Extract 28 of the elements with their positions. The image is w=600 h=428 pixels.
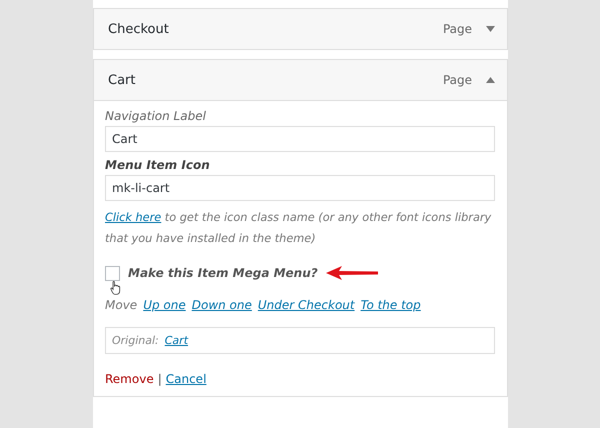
item-type: Page: [442, 22, 472, 36]
menu-item-title: Checkout: [108, 22, 170, 36]
move-link[interactable]: Down one: [192, 298, 252, 312]
menu-item-icon-field[interactable]: mk-li-cart: [105, 175, 495, 201]
menu-item-header[interactable]: Checkout Page: [94, 9, 507, 49]
pointer-cursor-icon: [110, 281, 121, 295]
move-link[interactable]: Up one: [143, 298, 186, 312]
help-text: Click here to get the icon class name (or any other font icons library that you have installed in the theme): [105, 210, 492, 247]
caret-down-icon[interactable]: [486, 26, 495, 32]
menu-item-header[interactable]: Cart Page: [94, 60, 507, 101]
move-link[interactable]: To the top: [360, 298, 421, 312]
click-here-link[interactable]: Click here: [105, 211, 162, 224]
item-type: Page: [442, 73, 472, 87]
checkbox-label: Make this Item Mega Menu?: [128, 266, 318, 280]
original-link[interactable]: Cart: [164, 334, 188, 347]
remove-link[interactable]: Remove: [105, 372, 154, 386]
cancel-link[interactable]: Cancel: [166, 372, 206, 386]
arrow-icon: [326, 266, 378, 280]
move-label: Move: [105, 298, 138, 312]
caret-up-icon[interactable]: [486, 77, 495, 83]
separator: |: [158, 372, 162, 386]
menu-item-title: Cart: [108, 72, 136, 88]
field-label: Menu Item Icon: [105, 158, 211, 172]
field-label: Navigation Label: [105, 109, 207, 123]
mega-menu-checkbox[interactable]: [105, 266, 120, 280]
move-link[interactable]: Under Checkout: [258, 298, 355, 312]
navigation-label-field[interactable]: Cart: [105, 126, 495, 152]
original-label: Original:: [112, 334, 159, 347]
